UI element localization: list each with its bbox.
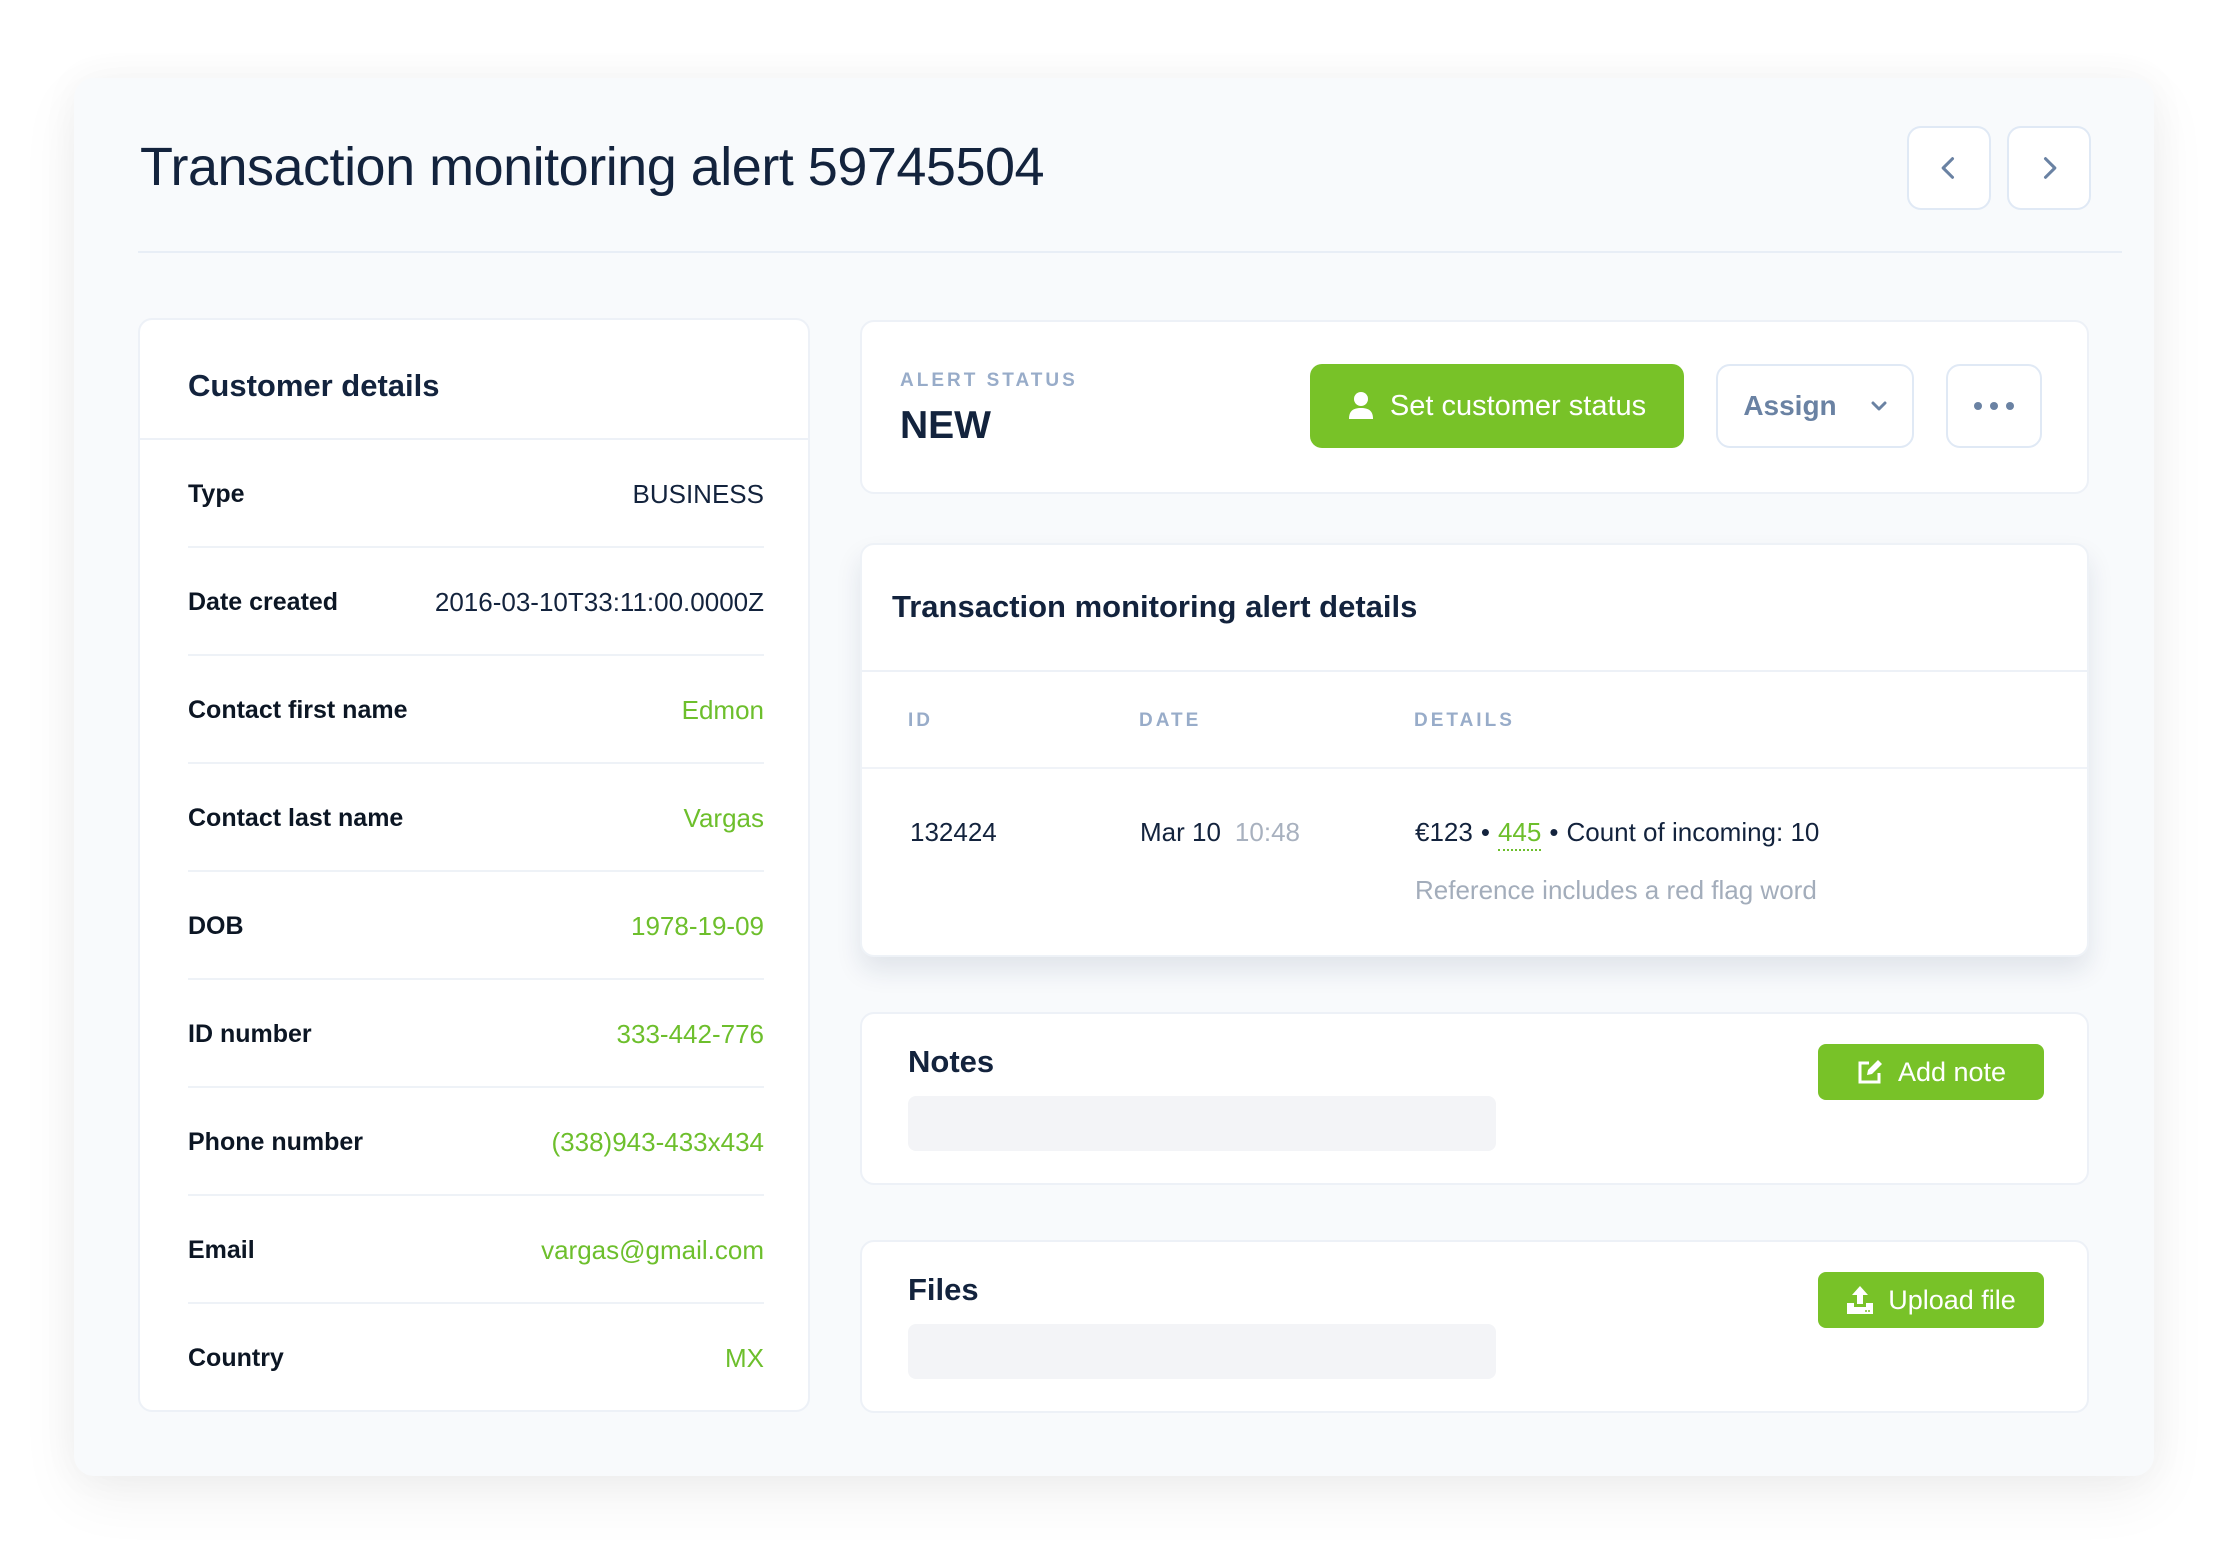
detail-value: 1978-19-09 [631,910,764,941]
files-placeholder [908,1324,1496,1379]
detail-value: MX [725,1342,764,1373]
detail-label: Contact first name [188,695,408,724]
assign-label: Assign [1743,390,1837,421]
add-note-button[interactable]: Add note [1818,1044,2044,1100]
column-header-date: DATE [1139,710,1202,731]
title-divider [138,251,2122,253]
set-customer-status-label: Set customer status [1389,389,1647,422]
alert-id-cell: 132424 [910,817,997,847]
customer-detail-row: Date created 2016-03-10T33:11:00.0000Z [188,548,764,656]
column-header-id: ID [908,710,933,731]
detail-value: BUSINESS [632,478,765,509]
detail-label: Type [188,479,245,508]
divider [862,670,2087,672]
alert-details-title: Transaction monitoring alert details [892,589,1418,624]
alert-status-value: NEW [900,404,991,447]
chevron-left-icon [1941,157,1955,179]
edit-icon [1858,1060,1882,1084]
set-customer-status-button[interactable]: Set customer status [1310,364,1684,448]
customer-detail-row: Contact first name Edmon [188,656,764,764]
customer-detail-row: ID number 333-442-776 [188,980,764,1088]
detail-label: Contact last name [188,803,404,832]
notes-title: Notes [908,1044,995,1079]
detail-label: Email [188,1235,255,1264]
alert-amount: €123 [1415,817,1473,847]
assign-dropdown[interactable]: Assign [1716,364,1914,448]
alert-details-card: Transaction monitoring alert details ID … [860,543,2089,957]
customer-detail-row: Email vargas@gmail.com [188,1196,764,1304]
alert-date: Mar 10 [1140,817,1221,847]
detail-label: DOB [188,911,244,940]
upload-file-label: Upload file [1888,1284,2016,1315]
customer-detail-row: Contact last name Vargas [188,764,764,872]
divider [862,767,2087,769]
alert-date-cell: Mar 10 10:48 [1140,817,1300,848]
add-note-label: Add note [1897,1056,2007,1087]
alert-reason: Reference includes a red flag word [1415,875,1817,905]
next-alert-button[interactable] [2007,126,2091,210]
alert-summary: Count of incoming: 10 [1566,817,1820,847]
files-title: Files [908,1272,979,1307]
detail-value: 333-442-776 [616,1018,764,1049]
chevron-down-icon [1871,401,1887,411]
column-header-details: DETAILS [1414,710,1515,731]
more-actions-button[interactable] [1946,364,2042,448]
notes-placeholder [908,1096,1496,1151]
upload-icon [1847,1286,1874,1314]
notes-card: Notes Add note [860,1012,2089,1185]
detail-label: Phone number [188,1127,364,1156]
alert-count-link[interactable]: 445 [1497,817,1542,851]
detail-value: Edmon [681,694,764,725]
previous-alert-button[interactable] [1907,126,1991,210]
detail-label: Date created [188,587,339,616]
customer-details-title: Customer details [188,368,440,403]
user-icon [1348,392,1373,419]
detail-value: 2016-03-10T33:11:00.0000Z [434,586,764,617]
page-title: Transaction monitoring alert 59745504 [140,137,1045,197]
customer-detail-row: Type BUSINESS [188,440,764,548]
separator: • [1480,817,1490,847]
detail-value: Vargas [683,802,764,833]
alert-details-cell: €123 • 445 • Count of incoming: 10 [1415,817,1820,851]
detail-label: ID number [188,1019,312,1048]
alert-time: 10:48 [1234,817,1300,847]
detail-value: vargas@gmail.com [541,1234,764,1265]
customer-details-card: Customer details Type BUSINESS Date create… [138,318,810,1412]
chevron-right-icon [2043,157,2057,179]
files-card: Files Upload file [860,1240,2089,1413]
alert-status-card: ALERT STATUS NEW Set customer status Ass… [860,320,2089,494]
upload-file-button[interactable]: Upload file [1818,1272,2044,1328]
detail-label: Country [188,1343,284,1372]
customer-detail-row: DOB 1978-19-09 [188,872,764,980]
alert-status-label: ALERT STATUS [900,370,1078,391]
separator: • [1549,817,1559,847]
detail-value: (338)943-433x434 [551,1126,765,1157]
customer-detail-row: Phone number (338)943-433x434 [188,1088,764,1196]
customer-detail-row: Country MX [188,1304,764,1412]
more-horizontal-icon [1974,402,2014,410]
